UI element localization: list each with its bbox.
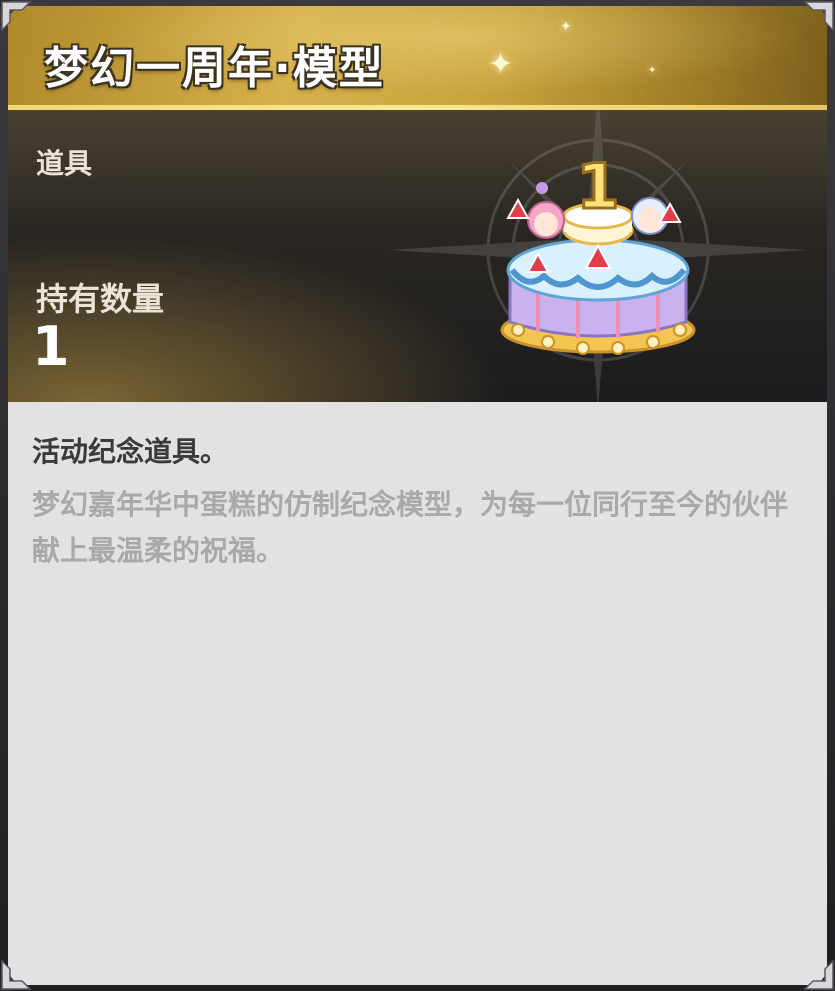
item-description-section: 活动纪念道具。 梦幻嘉年华中蛋糕的仿制纪念模型，为每一位同行至今的伙伴献上最温柔… [8, 402, 827, 985]
item-detail-card-frame: 梦幻一周年·模型 ✦ ✦ ✦ 道具 持有数量 1 1 活动纪念道具。 梦幻嘉年华… [0, 0, 835, 991]
description-body: 梦幻嘉年华中蛋糕的仿制纪念模型，为每一位同行至今的伙伴献上最温柔的祝福。 [32, 488, 789, 567]
title-bar: 梦幻一周年·模型 ✦ ✦ ✦ [8, 6, 827, 110]
sparkle-icon: ✦ [648, 65, 657, 76]
item-title: 梦幻一周年·模型 [44, 43, 385, 94]
item-category-label: 道具 [36, 147, 93, 180]
quantity-label: 持有数量 [36, 280, 165, 318]
svg-text:1: 1 [576, 150, 619, 223]
corner-ornament-icon [1, 1, 32, 32]
quantity-value: 1 [32, 315, 70, 378]
sparkle-icon: ✦ [488, 47, 514, 82]
item-info-panel: 道具 持有数量 1 1 [8, 110, 827, 402]
birthday-cake-icon: 1 [500, 150, 696, 355]
item-detail-card: 梦幻一周年·模型 ✦ ✦ ✦ 道具 持有数量 1 1 活动纪念道具。 梦幻嘉年华… [8, 6, 827, 985]
corner-ornament-icon [803, 1, 834, 32]
corner-ornament-icon [803, 959, 834, 990]
description-heading: 活动纪念道具。 [32, 435, 229, 468]
sparkle-icon: ✦ [560, 19, 572, 35]
corner-ornament-icon [1, 959, 32, 990]
